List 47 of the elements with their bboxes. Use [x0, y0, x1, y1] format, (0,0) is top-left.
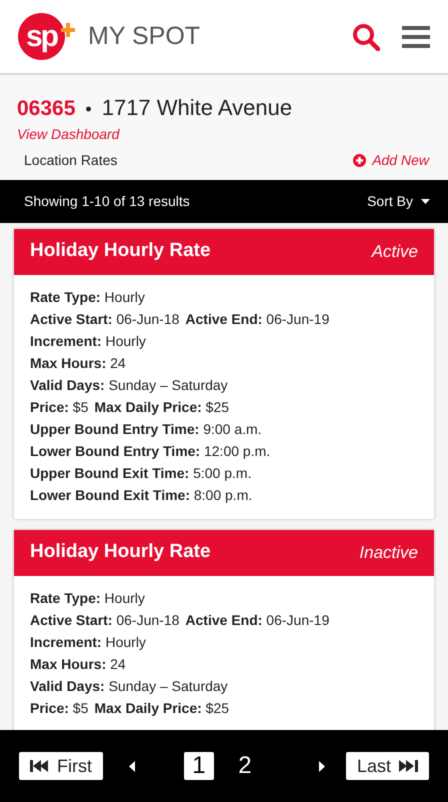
- rate-field: Max Daily Price: $25: [94, 698, 230, 719]
- rate-status: Active: [372, 240, 418, 263]
- rate-field: Rate Type: Hourly: [30, 287, 145, 308]
- logo-mark: sp: [18, 13, 65, 60]
- results-summary: Showing 1-10 of 13 results: [24, 192, 190, 211]
- rate-field: Active End: 06-Jun-19: [185, 309, 330, 330]
- first-page-button[interactable]: First: [19, 752, 103, 780]
- rate-field: Max Hours: 24: [30, 654, 126, 675]
- rate-field: Upper Bound Entry Time: 9:00 a.m.: [30, 419, 262, 440]
- rate-field: Valid Days: Sunday – Saturday: [30, 676, 228, 697]
- skip-back-icon: [30, 760, 49, 772]
- dashboard-link[interactable]: View Dashboard: [17, 124, 120, 142]
- rate-field: Rate Type: Hourly: [30, 588, 145, 609]
- sort-dropdown[interactable]: Sort By: [367, 190, 430, 212]
- page-button[interactable]: 1: [184, 752, 214, 780]
- rate-field: Increment: Hourly: [30, 331, 146, 352]
- rate-field: Upper Bound Exit Time: 5:00 p.m.: [30, 463, 252, 484]
- rate-title: Holiday Hourly Rate: [30, 239, 211, 264]
- rate-field: Valid Days: Sunday – Saturday: [30, 375, 228, 396]
- rate-field: Increment: Hourly: [30, 632, 146, 653]
- plus-icon: [61, 22, 75, 36]
- search-icon[interactable]: [352, 22, 380, 50]
- caret-icon: [421, 198, 430, 204]
- rate-field: Lower Bound Entry Time: 12:00 p.m.: [30, 441, 270, 462]
- location-address: 1717 White Avenue: [102, 94, 292, 122]
- rate-field: Active End: 06-Jun-19: [185, 610, 330, 631]
- rate-field: Price: $5: [30, 397, 88, 418]
- rate-status: Inactive: [359, 542, 418, 564]
- location-code: 06365: [17, 96, 76, 122]
- skip-forward-icon: [399, 760, 418, 772]
- rate-field: Max Daily Price: $25: [94, 397, 230, 418]
- add-new-link[interactable]: Add New: [353, 150, 429, 170]
- page-button[interactable]: 2: [230, 752, 260, 780]
- rate-field: Active Start: 06-Jun-18: [30, 309, 180, 330]
- section-title: Location Rates: [24, 150, 118, 170]
- plus-circle-icon: [353, 154, 366, 166]
- app-title: MY SPOT: [88, 20, 200, 52]
- rate-field: Active Start: 06-Jun-18: [30, 610, 180, 631]
- rate-field: Max Hours: 24: [30, 353, 126, 374]
- rate-field: Price: $5: [30, 698, 88, 719]
- rate-field: Lower Bound Exit Time: 8:00 p.m.: [30, 485, 252, 506]
- rate-title: Holiday Hourly Rate: [30, 540, 211, 564]
- previous-icon[interactable]: [129, 760, 135, 772]
- last-page-button[interactable]: Last: [346, 752, 429, 780]
- separator-dot: •: [85, 98, 92, 121]
- next-icon[interactable]: [318, 760, 325, 772]
- menu-icon[interactable]: [402, 24, 430, 48]
